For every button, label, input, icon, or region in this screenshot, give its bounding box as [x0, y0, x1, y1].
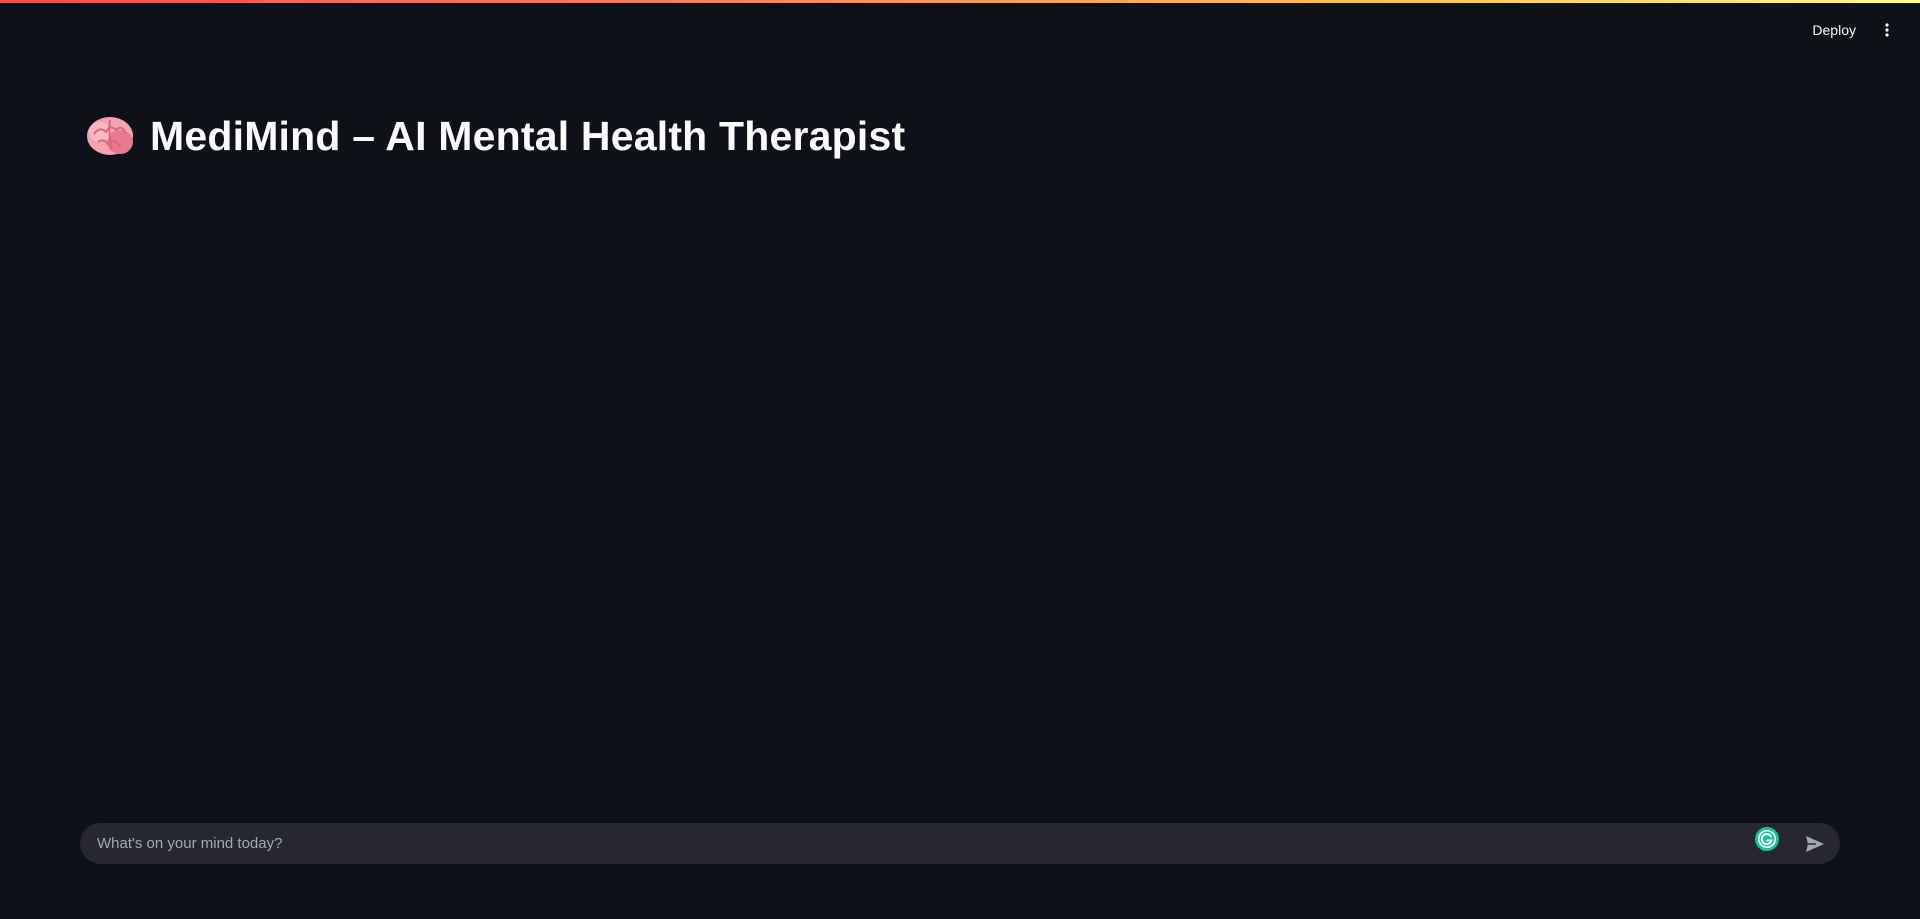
chat-input[interactable]	[80, 823, 1754, 864]
send-icon	[1806, 835, 1824, 852]
grammarly-icon[interactable]	[1754, 826, 1780, 852]
page-title: MediMind – AI Mental Health Therapist	[150, 112, 906, 159]
send-button[interactable]	[1798, 827, 1832, 861]
chat-input-container	[80, 823, 1840, 864]
brain-emoji-icon	[84, 112, 136, 160]
deploy-button[interactable]: Deploy	[1800, 17, 1868, 43]
app-header: Deploy	[0, 0, 1920, 60]
title-row: MediMind – AI Mental Health Therapist	[84, 112, 905, 160]
vertical-ellipsis-icon	[1885, 23, 1889, 37]
main-menu-button[interactable]	[1874, 17, 1900, 43]
